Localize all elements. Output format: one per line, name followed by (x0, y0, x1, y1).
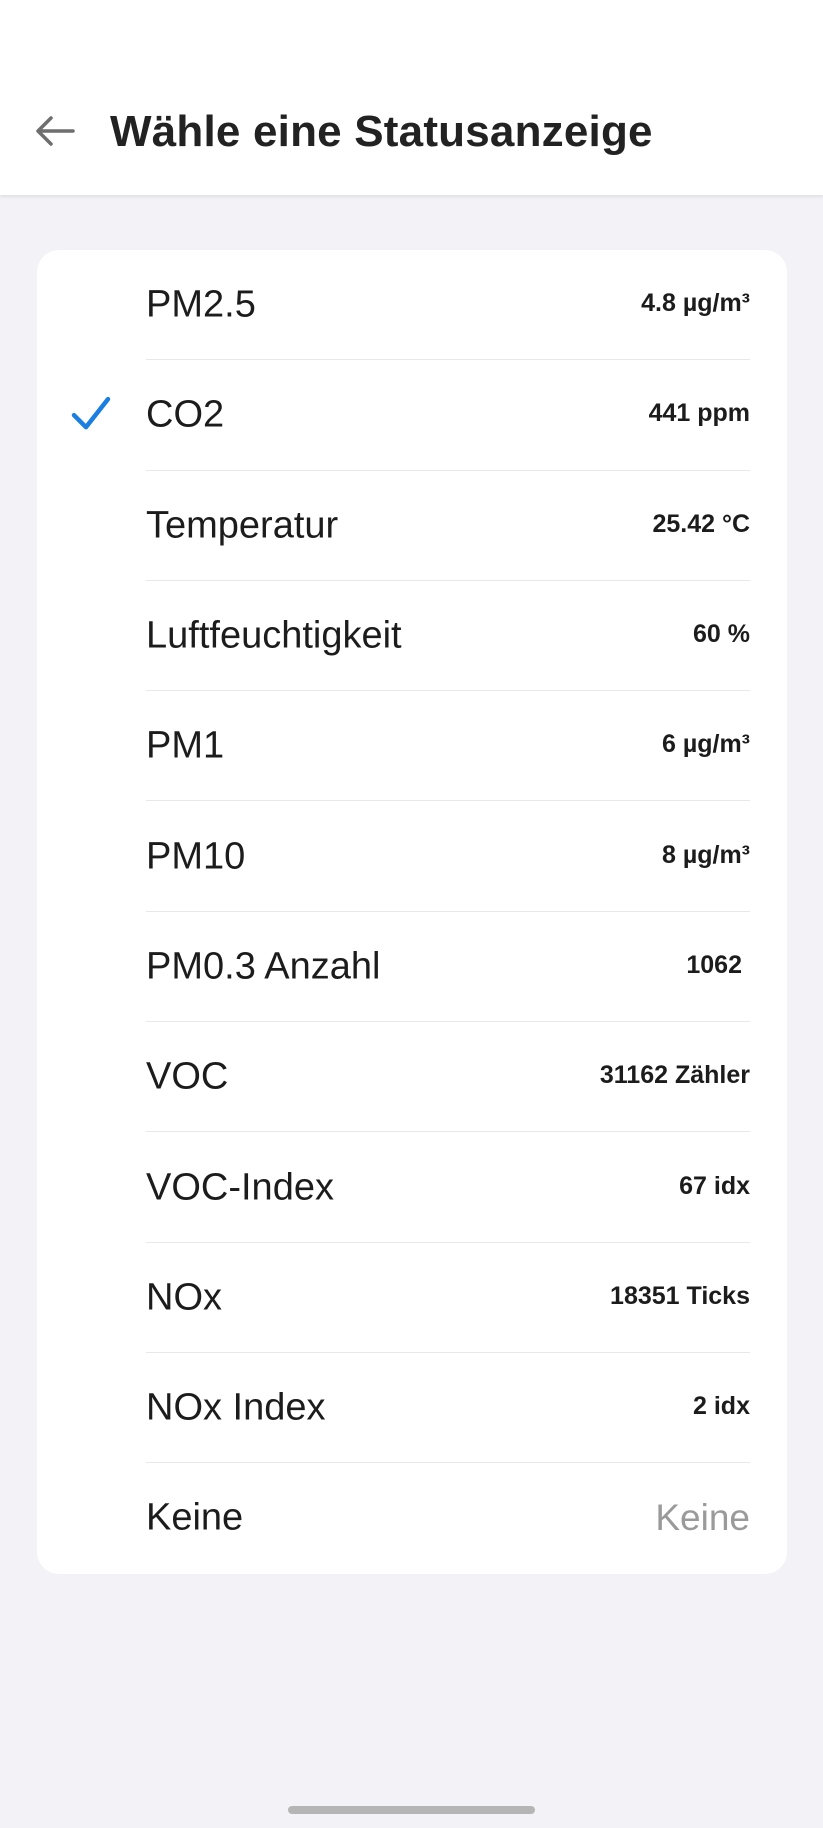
item-label: PM0.3 Anzahl (146, 945, 381, 988)
item-value: 441 ppm (648, 399, 750, 428)
arrow-left-icon (36, 116, 75, 146)
item-label: CO2 (146, 393, 225, 436)
item-value: 4.8 µg/m³ (641, 289, 750, 318)
list-item-temperatur[interactable]: Temperatur 25.42 °C (37, 471, 787, 581)
item-label: Keine (146, 1496, 244, 1539)
item-label: PM1 (146, 724, 225, 767)
checkmark-icon (71, 397, 111, 430)
list-item-nox[interactable]: NOx 18351 Ticks (37, 1243, 787, 1353)
item-value: 6 µg/m³ (661, 730, 750, 759)
item-label: NOx (146, 1276, 222, 1319)
item-label: Temperatur (146, 504, 339, 547)
item-label: PM2.5 (146, 283, 256, 326)
app-bar: Wähle eine Statusanzeige (0, 0, 823, 195)
item-value: 18351 Ticks (610, 1281, 750, 1310)
item-label: VOC-Index (146, 1166, 334, 1209)
item-value: 60 % (693, 620, 750, 649)
item-value: 1062 (686, 950, 742, 979)
list-item-voc-index[interactable]: VOC-Index 67 idx (37, 1132, 787, 1243)
item-label: Luftfeuchtigkeit (146, 614, 402, 657)
sensor-list: PM2.5 4.8 µg/m³ CO2 441 ppm Temperatur 2… (37, 250, 787, 1574)
list-item-voc[interactable]: VOC 31162 Zähler (37, 1022, 787, 1133)
item-value: 8 µg/m³ (661, 840, 750, 869)
item-value: 2 idx (693, 1392, 750, 1421)
list-item-co2[interactable]: CO2 441 ppm (37, 360, 787, 471)
item-value: 67 idx (679, 1171, 750, 1200)
home-indicator[interactable] (288, 1806, 535, 1814)
list-item-pm03-anzahl[interactable]: PM0.3 Anzahl 1062 (37, 912, 787, 1023)
list-item-keine[interactable]: Keine Keine (37, 1463, 787, 1573)
back-button[interactable] (24, 105, 86, 157)
item-label: VOC (146, 1055, 229, 1098)
list-item-pm10[interactable]: PM10 8 µg/m³ (37, 802, 787, 912)
list-item-luftfeuchtigkeit[interactable]: Luftfeuchtigkeit 60 % (37, 581, 787, 692)
list-item-pm1[interactable]: PM1 6 µg/m³ (37, 691, 787, 802)
list-item-nox-index[interactable]: NOx Index 2 idx (37, 1353, 787, 1464)
item-label: NOx Index (146, 1386, 326, 1429)
item-value: Keine (655, 1497, 750, 1539)
list-item-pm25[interactable]: PM2.5 4.8 µg/m³ (37, 250, 787, 361)
item-value: 31162 Zähler (599, 1061, 750, 1090)
page-title: Wähle eine Statusanzeige (110, 107, 653, 156)
item-label: PM10 (146, 835, 246, 878)
item-value: 25.42 °C (652, 509, 750, 538)
